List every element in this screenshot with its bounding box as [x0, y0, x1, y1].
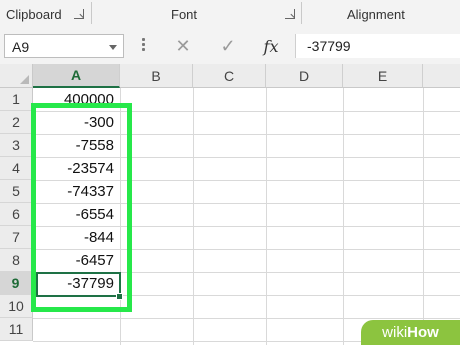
cell-a4[interactable]: -23574: [33, 157, 120, 180]
formula-bar: A9 ✕ ✓ fx -37799: [0, 28, 460, 65]
column-header-a[interactable]: A: [33, 64, 120, 88]
cell-a8[interactable]: -6457: [33, 249, 120, 272]
row-header-5[interactable]: 5: [0, 180, 33, 203]
ribbon-group-labels: Clipboard Font Alignment: [0, 0, 460, 29]
cell-a11[interactable]: [33, 318, 120, 341]
column-header-d[interactable]: D: [266, 64, 343, 88]
row-header-8[interactable]: 8: [0, 249, 33, 272]
group-divider: [91, 2, 92, 24]
column-header-c[interactable]: C: [193, 64, 266, 88]
select-all-corner[interactable]: [0, 64, 33, 88]
spreadsheet-grid[interactable]: A B C D E 1 2 3 4 5 6 7 8 9 10 11 400000…: [0, 64, 460, 345]
font-group-label: Font: [171, 6, 198, 22]
clipboard-group-label: Clipboard: [6, 6, 62, 22]
insert-function-icon[interactable]: fx: [258, 34, 284, 58]
cell-a10[interactable]: [33, 295, 120, 318]
enter-check-icon[interactable]: ✓: [215, 34, 241, 58]
formula-input[interactable]: -37799: [295, 34, 460, 58]
alignment-group-label: Alignment: [347, 6, 405, 22]
column-header-e[interactable]: E: [343, 64, 423, 88]
row-header-6[interactable]: 6: [0, 203, 33, 226]
row-header-11[interactable]: 11: [0, 318, 33, 341]
name-box-value: A9: [12, 39, 30, 55]
watermark-suffix: How: [407, 324, 439, 341]
cancel-icon[interactable]: ✕: [170, 34, 196, 58]
clipboard-dialog-launcher-icon[interactable]: [74, 9, 84, 19]
row-header-2[interactable]: 2: [0, 111, 33, 134]
row-header-4[interactable]: 4: [0, 157, 33, 180]
font-dialog-launcher-icon[interactable]: [285, 9, 295, 19]
cell-a5[interactable]: -74337: [33, 180, 120, 203]
cell-a6[interactable]: -6554: [33, 203, 120, 226]
cell-a1[interactable]: 400000: [33, 88, 120, 111]
formula-value: -37799: [307, 38, 351, 54]
cell-a3[interactable]: -7558: [33, 134, 120, 157]
row-header-1[interactable]: 1: [0, 88, 33, 111]
column-header-b[interactable]: B: [120, 64, 193, 88]
name-box[interactable]: A9: [4, 34, 124, 58]
row-header-9[interactable]: 9: [0, 272, 33, 295]
active-cell-border: [36, 272, 121, 297]
column-header-partial[interactable]: [423, 64, 460, 88]
chevron-down-icon[interactable]: [109, 45, 117, 50]
more-options-icon[interactable]: [142, 38, 145, 52]
watermark-logo: wiki How: [361, 320, 460, 345]
cell-a2[interactable]: -300: [33, 111, 120, 134]
group-divider: [301, 2, 302, 24]
row-header-3[interactable]: 3: [0, 134, 33, 157]
watermark-prefix: wiki: [382, 324, 408, 341]
cell-a7[interactable]: -844: [33, 226, 120, 249]
row-header-10[interactable]: 10: [0, 295, 33, 318]
row-header-7[interactable]: 7: [0, 226, 33, 249]
fill-handle[interactable]: [116, 293, 123, 300]
